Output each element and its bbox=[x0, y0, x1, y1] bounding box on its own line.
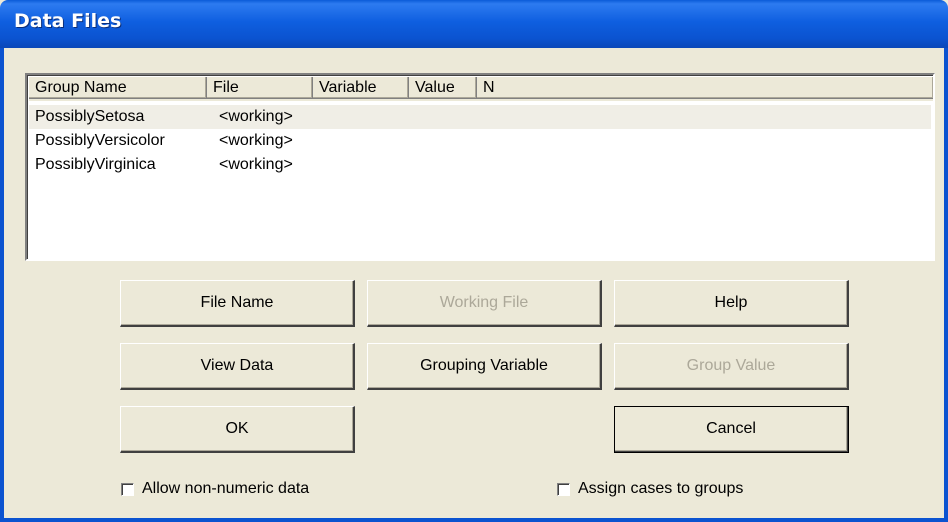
row-group-name: PossiblyVersicolor bbox=[35, 132, 165, 149]
help-button[interactable]: Help bbox=[614, 280, 849, 327]
working-file-button[interactable]: Working File bbox=[367, 280, 602, 327]
row-file: <working> bbox=[219, 132, 293, 149]
row-file: <working> bbox=[219, 108, 293, 125]
allow-non-numeric-label: Allow non-numeric data bbox=[142, 480, 310, 497]
row-group-name: PossiblyVirginica bbox=[35, 156, 156, 173]
allow-non-numeric-checkbox[interactable]: Allow non-numeric data bbox=[121, 480, 309, 498]
column-header-value[interactable]: Value bbox=[409, 77, 477, 99]
cancel-button[interactable]: Cancel bbox=[614, 406, 849, 453]
checkbox-box[interactable] bbox=[557, 482, 570, 496]
list-row[interactable]: PossiblySetosa <working> bbox=[29, 105, 931, 129]
title-bar[interactable]: Data Files bbox=[0, 0, 948, 48]
view-data-button[interactable]: View Data bbox=[120, 343, 355, 390]
column-header-group-name[interactable]: Group Name bbox=[29, 77, 207, 99]
checkbox-box[interactable] bbox=[121, 482, 134, 496]
assign-cases-label: Assign cases to groups bbox=[578, 480, 744, 497]
assign-cases-checkbox[interactable]: Assign cases to groups bbox=[557, 480, 743, 498]
window-frame-left bbox=[0, 48, 4, 522]
list-rows: PossiblySetosa <working> PossiblyVersico… bbox=[29, 105, 931, 177]
grouping-variable-button[interactable]: Grouping Variable bbox=[367, 343, 602, 390]
group-value-button[interactable]: Group Value bbox=[614, 343, 849, 390]
file-name-button[interactable]: File Name bbox=[120, 280, 355, 327]
list-row[interactable]: PossiblyVersicolor <working> bbox=[29, 129, 931, 153]
column-header-n[interactable]: N bbox=[477, 77, 933, 99]
row-group-name: PossiblySetosa bbox=[35, 108, 145, 125]
column-header-file[interactable]: File bbox=[207, 77, 313, 99]
window-title: Data Files bbox=[14, 10, 122, 32]
window-frame-bottom bbox=[0, 518, 948, 522]
window-frame-right bbox=[944, 48, 948, 522]
list-row[interactable]: PossiblyVirginica <working> bbox=[29, 153, 931, 177]
list-header: Group Name File Variable Value N bbox=[29, 77, 933, 101]
ok-button[interactable]: OK bbox=[120, 406, 355, 453]
row-file: <working> bbox=[219, 156, 293, 173]
group-list[interactable]: Group Name File Variable Value N Possibl… bbox=[25, 73, 935, 261]
column-header-variable[interactable]: Variable bbox=[313, 77, 409, 99]
